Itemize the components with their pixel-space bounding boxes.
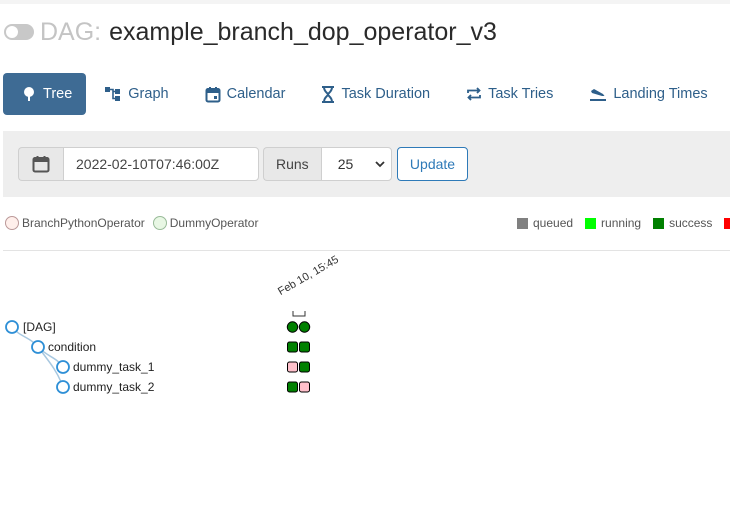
state-name: success [669, 216, 713, 230]
runs-value: 25 [337, 156, 354, 172]
state-name: running [601, 216, 642, 230]
task-instance-success[interactable] [287, 381, 298, 393]
legend-failed [724, 217, 730, 229]
operator-legend: BranchPythonOperator DummyOperator [5, 216, 266, 230]
operator-swatch [5, 216, 19, 230]
legend-success: success [653, 216, 712, 230]
dag-title: example_branch_dop_operator_v3 [109, 17, 497, 46]
tab-tree[interactable]: Tree [3, 73, 87, 115]
tab-label: Landing Times [613, 86, 708, 102]
state-swatch [724, 217, 730, 229]
graph-icon [105, 87, 121, 101]
tab-label: Tree [43, 86, 73, 102]
repeat-icon [467, 87, 481, 101]
top-strip [0, 0, 730, 4]
state-name: queued [533, 216, 574, 230]
calendar-icon [32, 156, 50, 173]
tree-node-dummy-task-2[interactable] [56, 380, 70, 394]
tree-label-dummy-task-2[interactable]: dummy_task_2 [73, 380, 154, 394]
tab-label: Calendar [226, 86, 286, 102]
runs-label: Runs [263, 147, 321, 181]
dag-label: DAG: [40, 17, 102, 46]
filter-panel: 2022-02-10T07:46:00Z Runs 25 Update [3, 131, 730, 197]
state-swatch [517, 217, 528, 229]
plane-landing-icon [590, 89, 607, 101]
state-swatch [653, 217, 665, 229]
tab-task-tries[interactable]: Task Tries [448, 73, 571, 115]
run-bracket [292, 311, 306, 317]
runs-select[interactable]: 25 [320, 147, 392, 181]
dag-run-success[interactable] [286, 321, 299, 333]
task-instance-success[interactable] [299, 361, 310, 373]
state-swatch [585, 217, 597, 229]
dag-pause-toggle[interactable] [4, 24, 34, 40]
page-header: DAG: example_branch_dop_operator_v3 [4, 14, 497, 50]
tab-calendar[interactable]: Calendar [187, 73, 304, 115]
operator-name: DummyOperator [169, 216, 259, 230]
tree-label-dag[interactable]: [DAG] [23, 320, 56, 334]
update-button[interactable]: Update [397, 147, 468, 181]
toggle-knob [6, 26, 18, 38]
tree-node-dummy-task-1[interactable] [56, 360, 70, 374]
tab-task-duration[interactable]: Task Duration [303, 73, 448, 115]
tab-label: Task Tries [488, 86, 554, 102]
tree-label-dummy-task-1[interactable]: dummy_task_1 [73, 360, 154, 374]
hourglass-icon [322, 85, 335, 103]
date-picker-button[interactable] [18, 147, 63, 181]
operator-swatch [152, 216, 167, 230]
base-date-group: 2022-02-10T07:46:00Z [18, 147, 259, 181]
base-date-input[interactable]: 2022-02-10T07:46:00Z [63, 147, 259, 181]
task-instance-skipped[interactable] [299, 381, 310, 393]
tree-icon [24, 87, 34, 101]
legend-dummy-operator: DummyOperator [152, 216, 259, 230]
legend-running: running [585, 216, 641, 230]
task-instance-skipped[interactable] [287, 361, 298, 373]
tab-label: Graph [128, 86, 169, 102]
state-legend: queued running success [517, 216, 730, 230]
runs-group: Runs 25 [263, 147, 392, 181]
tab-more[interactable] [726, 73, 730, 115]
view-tabs: Tree Graph Calendar Task Duration Task T… [3, 73, 730, 115]
tree-label-condition[interactable]: condition [48, 340, 96, 354]
task-instance-success[interactable] [287, 341, 298, 353]
operator-name: BranchPythonOperator [22, 216, 145, 230]
legend-divider [3, 250, 730, 251]
legend-queued: queued [517, 216, 573, 230]
chevron-down-icon [375, 161, 385, 168]
tab-label: Task Duration [341, 86, 431, 102]
tab-landing-times[interactable]: Landing Times [571, 73, 725, 115]
tree-node-dag[interactable] [5, 320, 19, 334]
task-instance-success[interactable] [299, 341, 310, 353]
tab-graph[interactable]: Graph [86, 73, 186, 115]
calendar-icon [205, 86, 221, 102]
legend-branch-python-operator: BranchPythonOperator [5, 216, 145, 230]
tree-node-condition[interactable] [31, 340, 45, 354]
dag-run-success[interactable] [298, 321, 311, 333]
